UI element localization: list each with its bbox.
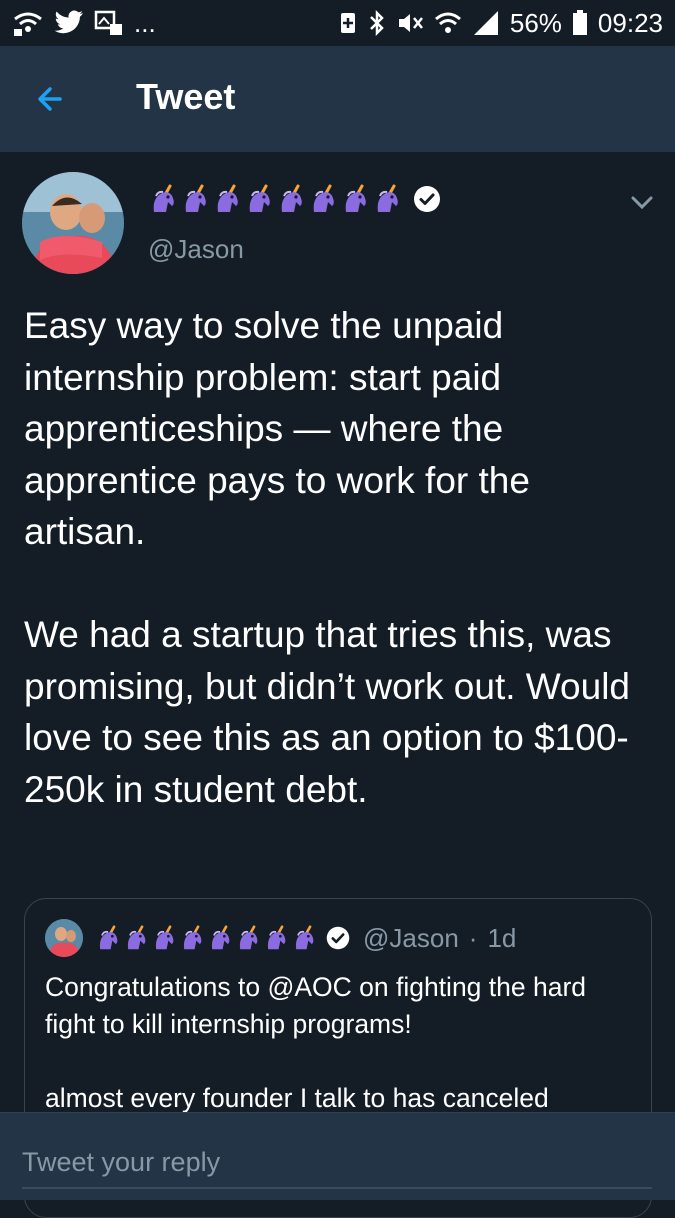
back-button[interactable]	[30, 79, 74, 119]
unicorn-icon	[345, 184, 366, 212]
unicorn-icon	[153, 184, 174, 212]
unicorn-icon	[211, 925, 230, 950]
twitter-bird-icon	[54, 8, 84, 38]
quoted-separator: ·	[468, 922, 478, 953]
tweet-options-button[interactable]	[628, 190, 656, 214]
unicorn-icon	[267, 925, 286, 950]
verified-badge-icon	[414, 186, 440, 212]
unicorn-icon	[183, 925, 202, 950]
unicorn-icon	[377, 184, 398, 212]
display-name[interactable]	[148, 184, 442, 214]
chevron-down-icon	[631, 196, 653, 210]
verified-badge-icon	[326, 926, 350, 950]
quoted-display-name-emojis	[95, 925, 317, 951]
page-title: Tweet	[136, 76, 236, 117]
unicorn-icon	[313, 184, 334, 212]
reply-bar	[0, 1112, 675, 1200]
author-handle[interactable]: @Jason	[148, 234, 244, 265]
status-bar: ... 56% 09:23	[0, 0, 675, 46]
unicorn-icon	[185, 184, 206, 212]
unicorn-icon	[239, 925, 258, 950]
unicorn-icon	[127, 925, 146, 950]
unicorn-icon	[217, 184, 238, 212]
unicorn-icon	[99, 925, 118, 950]
unicorn-icon	[281, 184, 302, 212]
back-arrow-icon	[38, 87, 62, 111]
gallery-sync-icon	[94, 8, 124, 38]
quoted-tweet-text: Congratulations to @AOC on fighting the …	[45, 972, 587, 1113]
avatar[interactable]	[22, 172, 124, 274]
clock: 09:23	[597, 7, 663, 38]
unicorn-icon	[155, 925, 174, 950]
quoted-author-handle: @Jason	[363, 922, 459, 953]
quoted-timestamp: 1d	[487, 922, 517, 953]
bluetooth-icon	[368, 8, 386, 38]
unicorn-icon	[249, 184, 270, 212]
reply-input[interactable]	[22, 1137, 652, 1189]
wifi-hotspot-icon	[12, 8, 44, 38]
status-bar-right: 56% 09:23	[338, 8, 663, 39]
tweet-text: Easy way to solve the unpaid internship …	[24, 305, 631, 810]
battery-icon	[572, 8, 588, 38]
quoted-avatar	[45, 919, 83, 957]
signal-icon	[472, 8, 500, 38]
battery-percent: 56%	[509, 7, 562, 38]
wifi-icon	[434, 8, 462, 38]
battery-saver-icon	[338, 8, 358, 38]
quoted-tweet-header: @Jason · 1d	[45, 919, 516, 957]
app-bar: Tweet	[0, 46, 675, 152]
display-name-emojis	[148, 184, 402, 214]
unicorn-icon	[295, 925, 314, 950]
mute-icon	[396, 8, 424, 38]
status-bar-left: ...	[12, 8, 156, 39]
status-bar-more: ...	[134, 7, 156, 38]
